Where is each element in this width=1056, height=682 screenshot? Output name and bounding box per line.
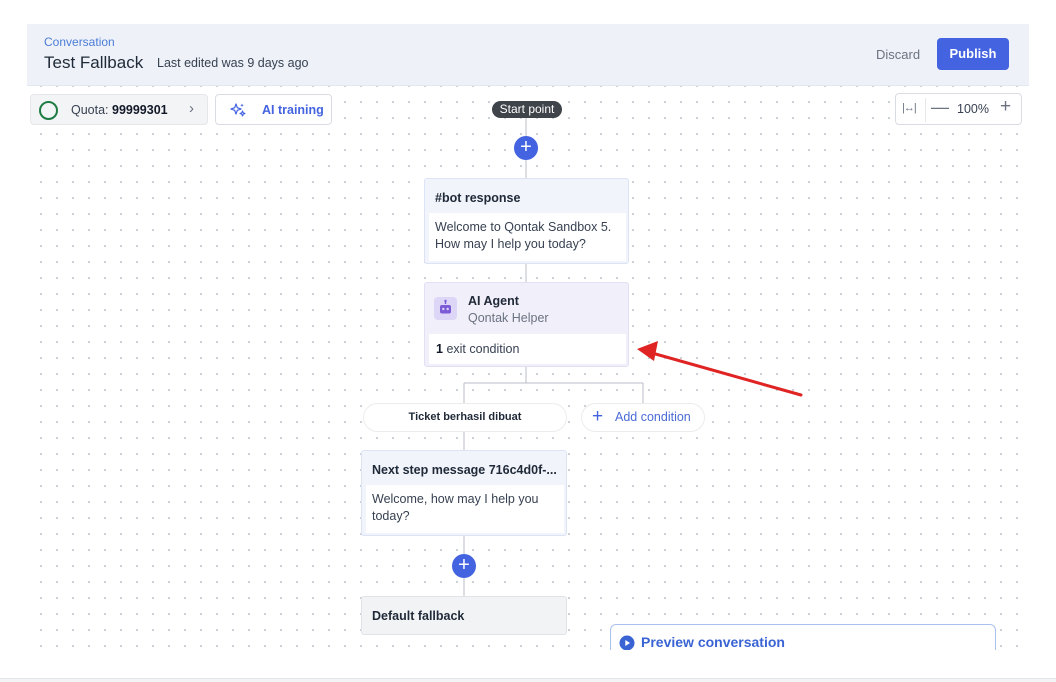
next-step-card[interactable]: Next step message 716c4d0f-... Welcome, … <box>361 450 567 536</box>
ai-training-button[interactable]: AI training <box>215 94 332 125</box>
ai-agent-card[interactable]: AI Agent Qontak Helper 1 exit condition <box>424 282 629 367</box>
default-fallback-card[interactable]: Default fallback <box>361 596 567 635</box>
zoom-level: 100% <box>957 102 989 116</box>
bot-response-card[interactable]: #bot response Welcome to Qontak Sandbox … <box>424 178 629 264</box>
next-step-body: Welcome, how may I help you today? <box>366 485 564 533</box>
page-header: Conversation Test Fallback Last edited w… <box>27 24 1029 86</box>
ai-training-label: AI training <box>262 103 324 117</box>
exit-label: exit condition <box>446 342 520 356</box>
ai-agent-title: AI Agent <box>468 294 519 308</box>
robot-icon <box>434 297 457 320</box>
condition-pill[interactable]: Ticket berhasil dibuat <box>363 403 567 432</box>
bot-response-title: #bot response <box>435 191 521 205</box>
flow-canvas[interactable]: Quota: 99999301 › AI training |↔| — 100%… <box>27 86 1029 650</box>
exit-count: 1 <box>436 342 443 356</box>
next-step-title: Next step message 716c4d0f-... <box>372 463 557 477</box>
quota-text: Quota: 99999301 <box>71 103 168 117</box>
play-circle-icon <box>619 635 635 650</box>
zoom-controls: |↔| — 100% + <box>895 93 1022 125</box>
page-title: Test Fallback <box>44 53 144 72</box>
chevron-right-icon: › <box>189 100 194 117</box>
quota-prefix: Quota: <box>71 103 112 117</box>
breadcrumb[interactable]: Conversation <box>44 35 115 49</box>
add-condition-button[interactable]: + Add condition <box>581 403 705 432</box>
add-condition-label: Add condition <box>615 410 691 424</box>
zoom-divider <box>925 98 926 122</box>
app-frame: Conversation Test Fallback Last edited w… <box>0 0 1056 682</box>
preview-conversation-label: Preview conversation <box>641 634 785 650</box>
fit-width-icon[interactable]: |↔| <box>902 102 917 114</box>
sparkle-icon <box>230 103 246 117</box>
plus-icon: + <box>592 406 604 427</box>
start-point-label: Start point <box>492 101 562 118</box>
minus-icon[interactable]: — <box>931 97 949 118</box>
add-step-button[interactable]: + <box>514 136 538 160</box>
flow-connectors <box>463 118 644 596</box>
last-edited-text: Last edited was 9 days ago <box>157 56 309 70</box>
default-fallback-label: Default fallback <box>372 609 465 623</box>
plus-icon[interactable]: + <box>1000 96 1011 118</box>
add-step-button[interactable]: + <box>452 554 476 578</box>
ai-agent-subtitle: Qontak Helper <box>468 311 549 325</box>
quota-chip[interactable]: Quota: 99999301 › <box>30 94 208 125</box>
exit-condition-count: 1 exit condition <box>429 334 626 364</box>
bot-response-body: Welcome to Qontak Sandbox 5. How may I h… <box>429 213 626 261</box>
publish-button[interactable]: Publish <box>937 38 1009 70</box>
bottom-border <box>0 678 1056 682</box>
preview-conversation-button[interactable]: Preview conversation <box>610 624 996 650</box>
discard-button[interactable]: Discard <box>876 47 920 62</box>
quota-value: 99999301 <box>112 103 168 117</box>
quota-ring-icon <box>39 101 58 120</box>
